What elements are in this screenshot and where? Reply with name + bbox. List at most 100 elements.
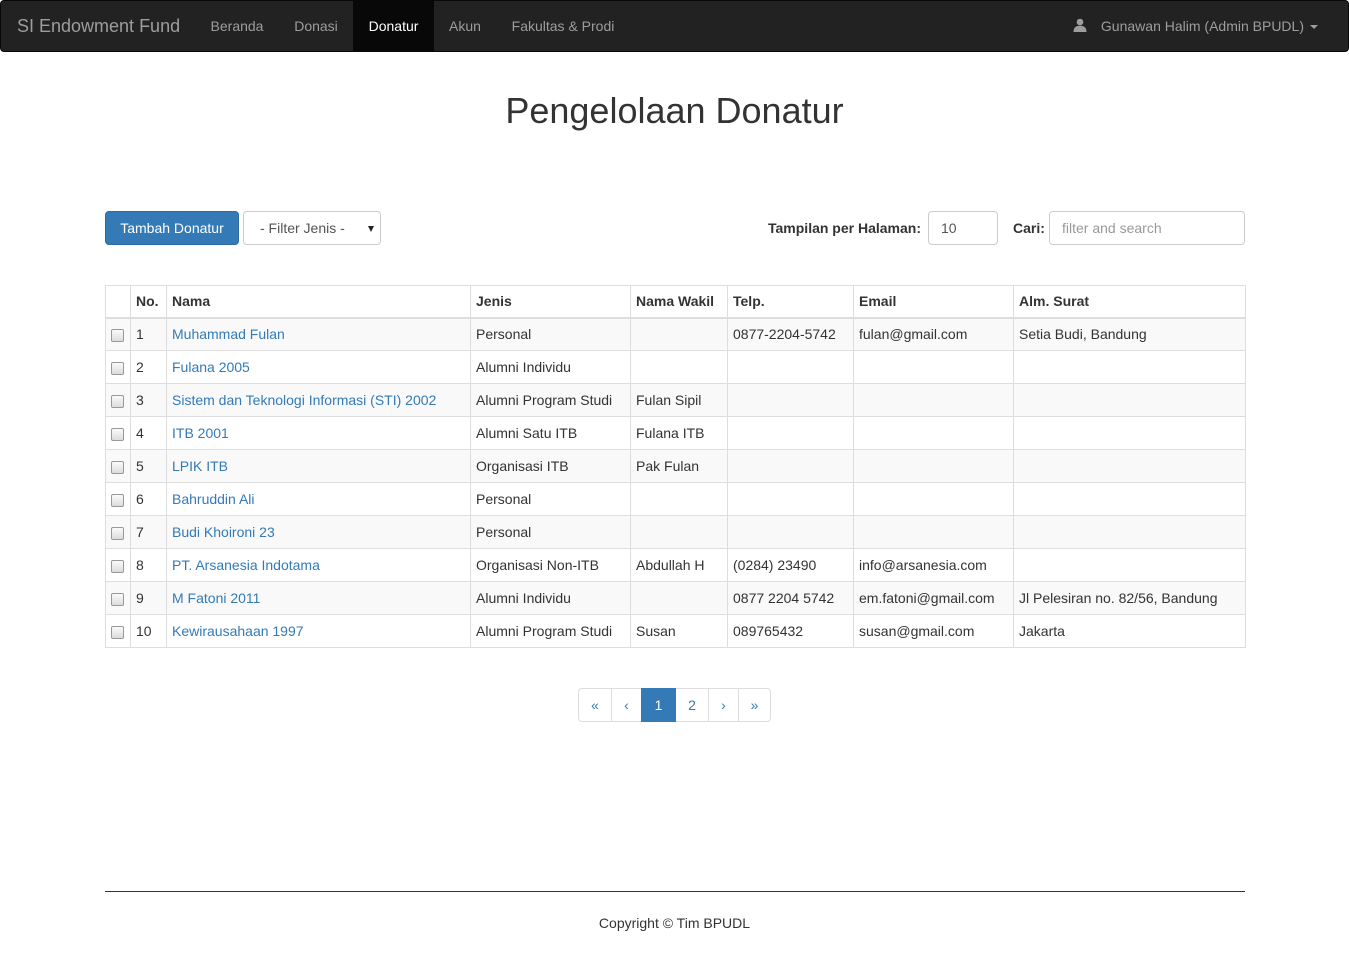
cell-email (853, 383, 1014, 417)
page-1-button[interactable]: 1 (641, 688, 676, 722)
pagination: « ‹ 1 2 › » (578, 688, 771, 722)
cell-select (105, 449, 131, 483)
row-checkbox[interactable] (111, 460, 124, 474)
page-next-button[interactable]: › (708, 688, 739, 722)
cell-alamat (1013, 383, 1246, 417)
donatur-name-link[interactable]: Muhammad Fulan (172, 326, 285, 342)
cell-nama-wakil (630, 317, 728, 351)
cell-select (105, 614, 131, 648)
cell-jenis: Personal (470, 317, 631, 351)
cell-no: 4 (130, 416, 167, 450)
cell-nama: M Fatoni 2011 (166, 581, 471, 615)
cell-select (105, 548, 131, 582)
cell-nama-wakil: Pak Fulan (630, 449, 728, 483)
nav-item-akun[interactable]: Akun (434, 1, 496, 51)
cell-email (853, 482, 1014, 516)
cell-telp (727, 515, 854, 549)
cell-jenis: Alumni Individu (470, 581, 631, 615)
table-row: 5 LPIK ITB Organisasi ITB Pak Fulan (105, 449, 1246, 483)
donatur-name-link[interactable]: Kewirausahaan 1997 (172, 623, 304, 639)
cell-telp: 0877-2204-5742 (727, 317, 854, 351)
donatur-name-link[interactable]: Bahruddin Ali (172, 491, 255, 507)
cell-email: em.fatoni@gmail.com (853, 581, 1014, 615)
page-last-button[interactable]: » (738, 688, 771, 722)
nav-item-donasi[interactable]: Donasi (279, 1, 353, 51)
brand-link[interactable]: SI Endowment Fund (17, 16, 180, 37)
cell-select (105, 482, 131, 516)
footer-copyright: Copyright © Tim BPUDL (598, 915, 751, 931)
row-checkbox[interactable] (111, 329, 124, 343)
cell-nama: Budi Khoironi 23 (166, 515, 471, 549)
donatur-name-link[interactable]: Fulana 2005 (172, 359, 250, 375)
cell-jenis: Personal (470, 515, 631, 549)
cell-jenis: Alumni Program Studi (470, 383, 631, 417)
table-header-row: No. Nama Jenis Nama Wakil Telp. Email Al… (105, 285, 1246, 319)
cell-telp (727, 449, 854, 483)
page-2-button[interactable]: 2 (675, 688, 709, 722)
per-page-input[interactable]: 10 (928, 211, 998, 245)
col-header-nama-wakil[interactable]: Nama Wakil (630, 285, 728, 319)
row-checkbox[interactable] (111, 427, 124, 441)
nav-item-fakultas-prodi[interactable]: Fakultas & Prodi (496, 1, 630, 51)
cell-telp (727, 383, 854, 417)
row-checkbox[interactable] (111, 625, 124, 639)
cell-no: 10 (130, 614, 167, 648)
cell-nama: PT. Arsanesia Indotama (166, 548, 471, 582)
row-checkbox[interactable] (111, 559, 124, 573)
table-row: 9 M Fatoni 2011 Alumni Individu 0877 2204 5… (105, 581, 1246, 615)
search-label: Cari: (1013, 220, 1045, 236)
donatur-name-link[interactable]: M Fatoni 2011 (172, 590, 260, 606)
table-row: 6 Bahruddin Ali Personal (105, 482, 1246, 516)
cell-nama: LPIK ITB (166, 449, 471, 483)
row-checkbox[interactable] (111, 526, 124, 540)
cell-nama-wakil (630, 482, 728, 516)
filter-jenis-value: - Filter Jenis - (260, 220, 345, 236)
cell-email: info@arsanesia.com (853, 548, 1014, 582)
table-row: 4 ITB 2001 Alumni Satu ITB Fulana ITB (105, 416, 1246, 450)
cell-nama: Bahruddin Ali (166, 482, 471, 516)
col-header-jenis[interactable]: Jenis (470, 285, 631, 319)
donatur-name-link[interactable]: Sistem dan Teknologi Informasi (STI) 200… (172, 392, 436, 408)
table-row: 2 Fulana 2005 Alumni Individu (105, 350, 1246, 384)
cell-nama-wakil: Susan (630, 614, 728, 648)
add-donatur-button[interactable]: Tambah Donatur (105, 211, 239, 245)
row-checkbox[interactable] (111, 361, 124, 375)
col-header-telp[interactable]: Telp. (727, 285, 854, 319)
cell-select (105, 317, 131, 351)
cell-no: 3 (130, 383, 167, 417)
nav-item-beranda[interactable]: Beranda (195, 1, 279, 51)
cell-nama-wakil: Abdullah H (630, 548, 728, 582)
cell-nama: Kewirausahaan 1997 (166, 614, 471, 648)
cell-jenis: Alumni Program Studi (470, 614, 631, 648)
donatur-name-link[interactable]: LPIK ITB (172, 458, 228, 474)
search-input[interactable]: filter and search (1049, 211, 1245, 245)
cell-email (853, 350, 1014, 384)
filter-jenis-select[interactable]: - Filter Jenis - (243, 211, 381, 245)
table-row: 7 Budi Khoironi 23 Personal (105, 515, 1246, 549)
donatur-name-link[interactable]: ITB 2001 (172, 425, 229, 441)
cell-telp: (0284) 23490 (727, 548, 854, 582)
row-checkbox[interactable] (111, 394, 124, 408)
col-header-alamat[interactable]: Alm. Surat (1013, 285, 1246, 319)
donatur-table: No. Nama Jenis Nama Wakil Telp. Email Al… (105, 285, 1246, 648)
cell-select (105, 581, 131, 615)
col-header-nama[interactable]: Nama (166, 285, 471, 319)
page-prev-button[interactable]: ‹ (611, 688, 642, 722)
nav-item-donatur[interactable]: Donatur (353, 1, 434, 51)
cell-alamat (1013, 482, 1246, 516)
row-checkbox[interactable] (111, 493, 124, 507)
col-header-email[interactable]: Email (853, 285, 1014, 319)
cell-select (105, 515, 131, 549)
row-checkbox[interactable] (111, 592, 124, 606)
user-menu[interactable]: Gunawan Halim (Admin BPUDL) (1073, 1, 1318, 51)
table-row: 3 Sistem dan Teknologi Informasi (STI) 20… (105, 383, 1246, 417)
per-page-label: Tampilan per Halaman: (768, 220, 922, 236)
page-first-button[interactable]: « (578, 688, 612, 722)
cell-alamat (1013, 350, 1246, 384)
cell-no: 7 (130, 515, 167, 549)
col-header-no[interactable]: No. (130, 285, 167, 319)
dropdown-arrow-icon (368, 226, 374, 232)
table-row: 8 PT. Arsanesia Indotama Organisasi Non-IT… (105, 548, 1246, 582)
donatur-name-link[interactable]: PT. Arsanesia Indotama (172, 557, 320, 573)
donatur-name-link[interactable]: Budi Khoironi 23 (172, 524, 275, 540)
